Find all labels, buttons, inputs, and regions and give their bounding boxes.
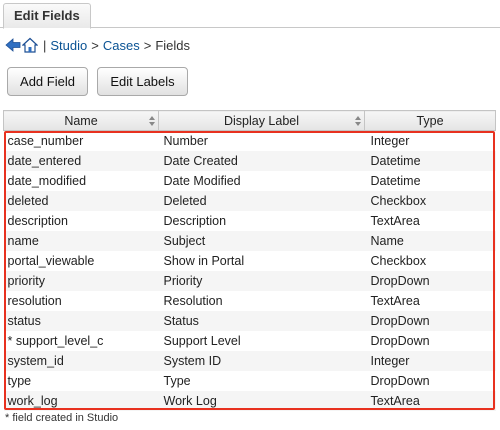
tab-bar: Edit Fields [0,0,500,29]
field-display-label: Status [158,310,365,331]
breadcrumb-separator: | [43,37,47,53]
field-name-link[interactable]: description [4,211,159,231]
field-name-link[interactable]: type [4,371,159,391]
field-name-link[interactable]: name [3,230,159,251]
table-header-row: Name Display Label Type [3,110,496,131]
table-row: date_modified Date Modified Datetime [4,171,496,191]
back-arrow-icon[interactable] [5,37,21,53]
field-display-label: Work Log [158,390,365,411]
table-row: status Status DropDown [3,310,496,331]
column-header-name[interactable]: Name [3,110,159,131]
field-display-label: Show in Portal [163,253,245,268]
column-header-label: Name [64,113,98,128]
field-type: Checkbox [370,253,427,268]
field-type: Name [364,230,496,251]
field-type: TextArea [370,213,420,228]
column-header-type[interactable]: Type [364,110,496,131]
field-display-label: Type [163,373,191,388]
column-header-display-label[interactable]: Display Label [158,110,365,131]
field-display-label: Priority [158,270,365,291]
sort-icon [149,116,155,126]
breadcrumb-studio-link[interactable]: Studio [50,38,87,53]
column-header-label: Type [416,113,444,128]
table-row: work_log Work Log TextArea [3,390,496,411]
breadcrumb: | Studio > Cases > Fields [5,35,190,55]
breadcrumb-separator: > [91,37,99,53]
table-row: description Description TextArea [4,211,496,231]
field-name-link[interactable]: resolution [4,291,159,311]
table-row: deleted Deleted Checkbox [3,190,496,211]
field-name-link[interactable]: system_id [3,350,159,371]
field-type: Integer [370,133,410,148]
field-type: DropDown [364,270,496,291]
table-row: portal_viewable Show in Portal Checkbox [4,251,496,271]
field-name-link[interactable]: work_log [3,390,159,411]
breadcrumb-current: Fields [155,37,190,53]
field-display-label: Number [163,133,208,148]
column-header-label: Display Label [223,113,300,128]
field-name-link[interactable]: priority [3,270,159,291]
table-row: * support_level_c Support Level DropDown [4,331,496,351]
home-icon[interactable] [22,37,38,53]
tab-edit-fields[interactable]: Edit Fields [3,3,91,29]
table-row: priority Priority DropDown [3,270,496,291]
field-display-label: Subject [158,230,365,251]
table-row: resolution Resolution TextArea [4,291,496,311]
field-type: TextArea [370,293,420,308]
sort-icon [355,116,361,126]
table-row: date_entered Date Created Datetime [3,150,496,171]
field-name-link[interactable]: case_number [4,131,159,151]
field-display-label: Date Created [158,150,365,171]
fields-table: Name Display Label Type case_number Numbe… [3,110,496,411]
field-type: DropDown [370,333,430,348]
breadcrumb-separator: > [143,37,152,53]
edit-labels-button[interactable]: Edit Labels [97,67,188,96]
table-row: type Type DropDown [4,371,496,391]
field-name-link[interactable]: date_modified [4,171,159,191]
field-type: Checkbox [364,190,496,211]
footnote: * field created in Studio [5,412,119,424]
add-field-button[interactable]: Add Field [7,67,88,96]
field-type: DropDown [370,373,430,388]
field-name-link[interactable]: * support_level_c [4,331,159,351]
table-row: system_id System ID Integer [3,350,496,371]
table-row: case_number Number Integer [4,131,496,151]
field-type: Datetime [370,173,421,188]
table-row: name Subject Name [3,230,496,251]
field-name-link[interactable]: deleted [3,190,159,211]
breadcrumb-cases-link[interactable]: Cases [103,38,140,53]
field-type: Integer [364,350,496,371]
field-display-label: Description [163,213,227,228]
field-type: Datetime [364,150,496,171]
field-name-link[interactable]: portal_viewable [4,251,159,271]
field-type: DropDown [364,310,496,331]
field-display-label: Deleted [158,190,365,211]
field-display-label: Support Level [163,333,241,348]
field-display-label: Date Modified [163,173,241,188]
field-name-link[interactable]: status [3,310,159,331]
field-display-label: Resolution [163,293,223,308]
field-type: TextArea [364,390,496,411]
field-display-label: System ID [158,350,365,371]
field-name-link[interactable]: date_entered [3,150,159,171]
